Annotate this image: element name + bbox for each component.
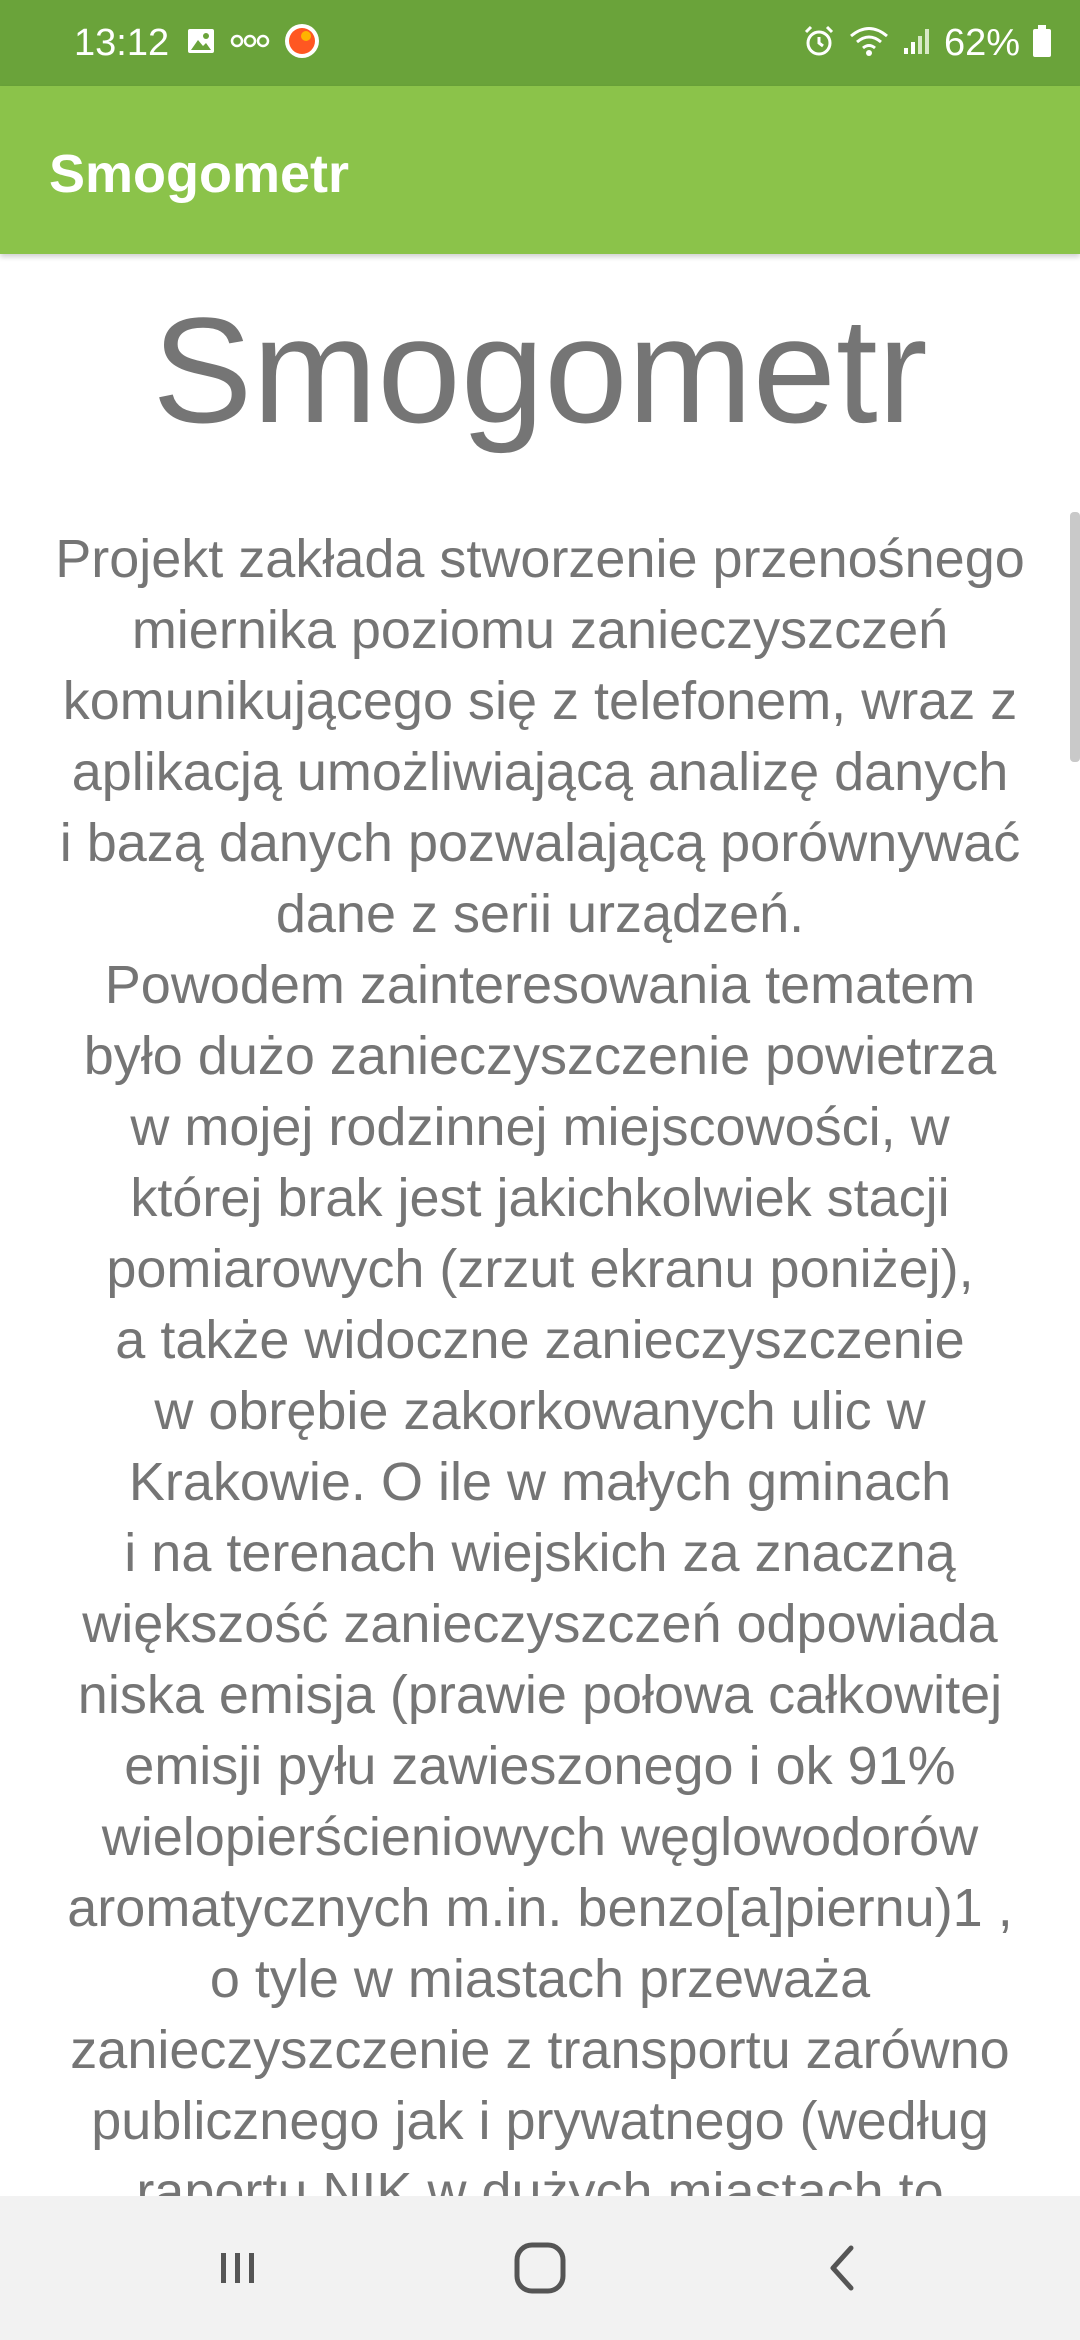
app-bar: Smogometr <box>0 86 1080 254</box>
page-headline: Smogometr <box>152 286 928 454</box>
app-notification-icon <box>284 23 320 64</box>
recent-apps-button[interactable] <box>178 2230 298 2310</box>
scrollbar[interactable] <box>1070 512 1080 762</box>
text-line: komunikującego się z telefonem, wraz z <box>62 671 1018 731</box>
text-line: aromatycznych m.in. benzo[a]piernu)1 , <box>67 1878 1013 1938</box>
image-icon <box>186 26 216 61</box>
text-line: publicznego jak i prywatnego (według <box>91 2091 989 2151</box>
battery-percent: 62% <box>943 22 1020 64</box>
text-line: a także widoczne zanieczyszczenie <box>115 1310 965 1370</box>
status-bar: 13:12 62% <box>0 0 1080 86</box>
alarm-icon <box>802 24 836 63</box>
text-line: w obrębie zakorkowanych ulic w <box>154 1381 926 1441</box>
text-line: Powodem zainteresowania tematem <box>104 955 976 1015</box>
home-icon <box>512 2240 568 2301</box>
scroll-content[interactable]: Smogometr Projekt zakłada stworzenie prz… <box>0 254 1080 2196</box>
signal-icon <box>902 26 932 61</box>
app-bar-title: Smogometr <box>49 144 350 204</box>
text-line: pomiarowych (zrzut ekranu poniżej), <box>106 1239 974 1299</box>
text-line: większość zanieczyszczeń odpowiada <box>82 1594 998 1654</box>
status-right-icons: 62% <box>802 20 1052 66</box>
voicemail-icon <box>230 31 270 56</box>
text-line: zanieczyszczenie z transportu zarówno <box>70 2020 1010 2080</box>
status-left-icons <box>186 22 320 64</box>
back-icon <box>817 2240 867 2301</box>
description-text: Projekt zakłada stworzenie przenośnego m… <box>0 524 1080 2196</box>
text-line: miernika poziomu zanieczyszczeń <box>131 600 949 660</box>
wifi-icon <box>848 24 890 63</box>
text-line: i na terenach wiejskich za znaczną <box>124 1523 956 1583</box>
text-line: emisji pyłu zawieszonego i ok 91% <box>124 1736 956 1796</box>
back-button[interactable] <box>782 2230 902 2310</box>
text-line: Krakowie. O ile w małych gminach <box>128 1452 952 1512</box>
text-line: wielopierścieniowych węglowodorów <box>101 1807 979 1867</box>
text-line: było dużo zanieczyszczenie powietrza <box>83 1026 997 1086</box>
recent-apps-icon <box>213 2243 263 2298</box>
text-line: niska emisja (prawie połowa całkowitej <box>77 1665 1003 1725</box>
text-line: w mojej rodzinnej miejscowości, w <box>130 1097 950 1157</box>
text-line: Projekt zakłada stworzenie przenośnego <box>55 529 1025 589</box>
text-line: o tyle w miastach przeważa <box>209 1949 871 2009</box>
text-line: której brak jest jakichkolwiek stacji <box>130 1168 950 1228</box>
status-time: 13:12 <box>74 22 170 64</box>
text-line: aplikacją umożliwiającą analizę danych <box>71 742 1009 802</box>
text-line: dane z serii urządzeń. <box>275 884 805 944</box>
phone-screen: 13:12 62% Smogometr Smogometr Projekt za… <box>0 0 1080 2340</box>
text-line: raportu NIK w dużych miastach to <box>136 2162 944 2196</box>
home-button[interactable] <box>480 2230 600 2310</box>
battery-icon <box>1032 24 1052 63</box>
system-nav-bar <box>0 2196 1080 2340</box>
text-line: i bazą danych pozwalającą porównywać <box>59 813 1021 873</box>
